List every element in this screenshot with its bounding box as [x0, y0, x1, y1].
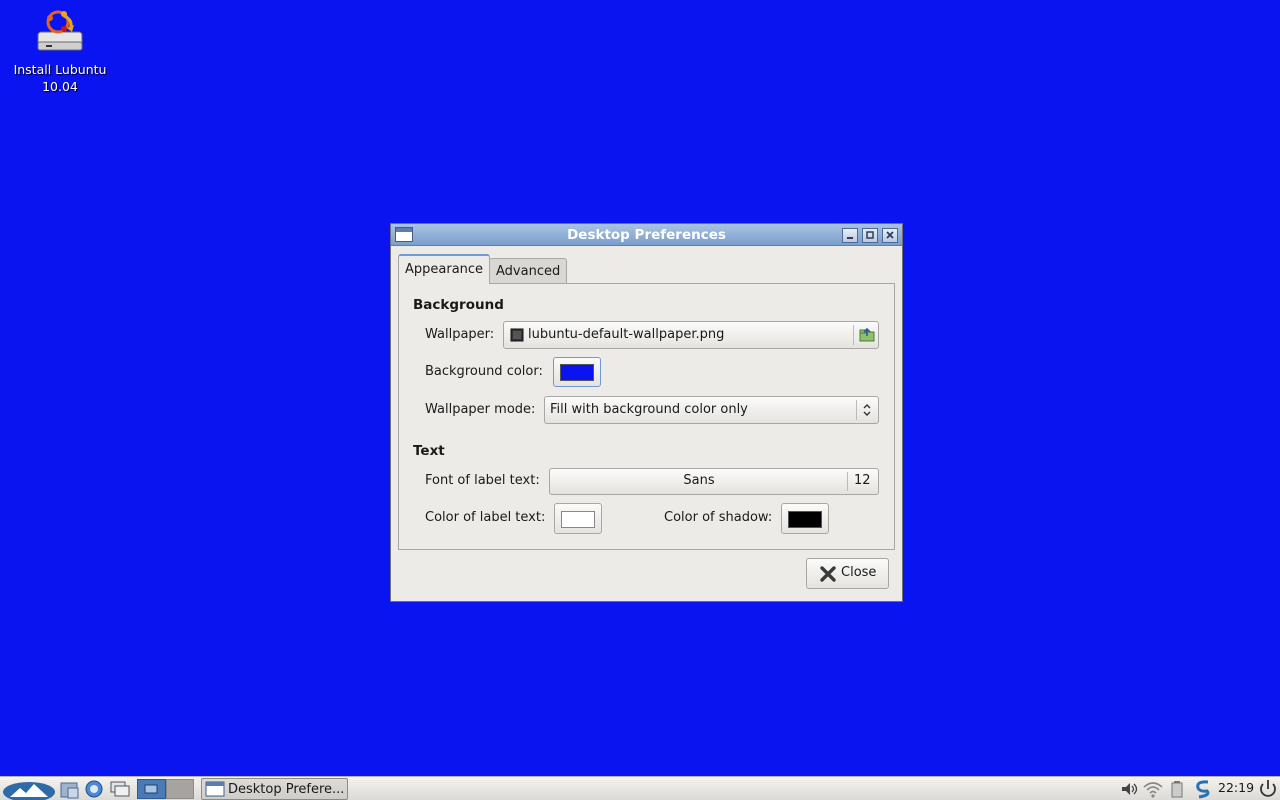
shadow-color-button[interactable] [781, 503, 829, 534]
close-button-label: Close [841, 565, 877, 580]
close-icon [886, 231, 894, 239]
network-indicator[interactable] [1142, 779, 1164, 799]
font-size: 12 [854, 473, 871, 488]
window-icon [205, 781, 225, 797]
taskbar-window-label: Desktop Prefere... [228, 782, 345, 797]
wallpaper-mode-value: Fill with background color only [550, 402, 748, 417]
lubuntu-logo-icon [3, 782, 55, 800]
clock[interactable]: 22:19 [1218, 780, 1254, 795]
volume-control[interactable] [1119, 779, 1139, 799]
font-picker-button[interactable]: Sans 12 [549, 468, 879, 495]
close-button[interactable]: Close [806, 558, 889, 589]
install-lubuntu-desktop-icon[interactable]: Install Lubuntu 10.04 [8, 8, 112, 95]
browser-globe-icon [85, 780, 103, 798]
desktop-preferences-window: Desktop Preferences Appearance Advanced … [390, 223, 903, 602]
image-file-icon [510, 328, 524, 342]
minimize-icon [847, 237, 853, 239]
chevron-updown-icon [863, 404, 871, 416]
wallpaper-label: Wallpaper: [425, 327, 495, 342]
shadow-color-swatch [788, 511, 822, 528]
background-color-swatch [560, 364, 594, 381]
logout-button[interactable] [1257, 779, 1279, 799]
tab-appearance[interactable]: Appearance [398, 254, 491, 284]
battery-indicator[interactable] [1170, 779, 1184, 799]
label-color-swatch [561, 511, 595, 528]
desktop: Install Lubuntu 10.04 Desktop Preference… [0, 0, 1280, 776]
close-x-icon [820, 566, 836, 582]
browser-launcher[interactable] [83, 779, 105, 799]
installer-drive-icon [34, 8, 86, 60]
text-heading: Text [413, 443, 445, 459]
tab-advanced[interactable]: Advanced [489, 258, 568, 283]
wallpaper-mode-select[interactable]: Fill with background color only [544, 396, 879, 424]
minimize-button[interactable] [842, 228, 858, 243]
power-icon [1260, 780, 1276, 797]
file-manager-launcher[interactable] [59, 779, 81, 799]
window-title: Desktop Preferences [567, 227, 726, 243]
background-color-button[interactable] [553, 357, 601, 387]
taskbar-window-button[interactable]: Desktop Prefere... [201, 778, 348, 800]
desktop-icon-label-1: Install Lubuntu [13, 62, 107, 77]
file-manager-icon [60, 782, 79, 799]
s-logo-icon [1196, 780, 1210, 799]
background-heading: Background [413, 297, 504, 313]
update-notifier[interactable] [1192, 779, 1214, 799]
wallpaper-filename: lubuntu-default-wallpaper.png [528, 327, 725, 342]
windows-stack-icon [110, 781, 130, 797]
workspace-2[interactable] [166, 779, 194, 799]
workspace-1[interactable] [137, 779, 166, 799]
desktop-icon-label-2: 10.04 [42, 79, 78, 94]
shadow-color-label: Color of shadow: [664, 510, 773, 525]
workspace-window-icon [144, 784, 158, 794]
label-color-button[interactable] [554, 503, 602, 534]
appearance-panel: Background Wallpaper: lubuntu-default-wa… [398, 283, 895, 550]
taskbar: Desktop Prefere... 22:19 [0, 776, 1280, 800]
font-name: Sans [683, 473, 715, 488]
wallpaper-mode-label: Wallpaper mode: [425, 402, 536, 417]
maximize-icon [866, 231, 874, 239]
wifi-icon [1143, 782, 1163, 798]
speaker-icon [1122, 783, 1138, 795]
label-color-label: Color of label text: [425, 510, 546, 525]
open-folder-icon [859, 327, 875, 342]
battery-icon [1171, 781, 1183, 798]
wallpaper-file-chooser[interactable]: lubuntu-default-wallpaper.png [503, 321, 879, 349]
close-window-button[interactable] [882, 228, 898, 243]
font-label: Font of label text: [425, 473, 540, 488]
show-desktop-button[interactable] [108, 779, 132, 799]
background-color-label: Background color: [425, 364, 543, 379]
title-bar[interactable]: Desktop Preferences [391, 224, 902, 246]
maximize-button[interactable] [862, 228, 878, 243]
start-menu-button[interactable] [2, 778, 56, 800]
